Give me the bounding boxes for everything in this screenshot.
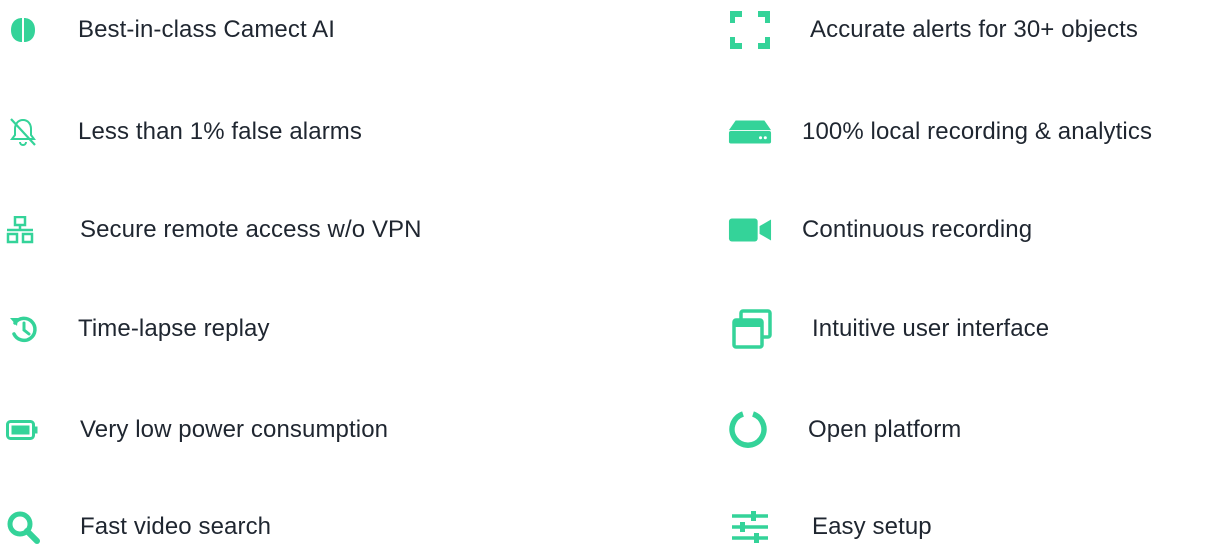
circle-notch-icon bbox=[724, 408, 772, 452]
feature-item: Open platform bbox=[724, 408, 961, 452]
feature-item: 100% local recording & analytics bbox=[724, 110, 1152, 154]
feature-label: Best-in-class Camect AI bbox=[78, 16, 336, 43]
feature-item: Less than 1% false alarms bbox=[0, 110, 362, 154]
sliders-icon bbox=[724, 505, 776, 549]
feature-item: Best-in-class Camect AI bbox=[0, 8, 335, 52]
search-icon bbox=[0, 505, 50, 549]
feature-item: Easy setup bbox=[724, 505, 932, 549]
feature-label: 100% local recording & analytics bbox=[802, 118, 1153, 145]
feature-label: Continuous recording bbox=[802, 216, 1033, 243]
scan-frame-icon bbox=[724, 8, 774, 52]
battery-icon bbox=[0, 408, 50, 452]
feature-item: Fast video search bbox=[0, 505, 271, 549]
feature-label: Secure remote access w/o VPN bbox=[80, 216, 422, 243]
feature-label: Intuitive user interface bbox=[812, 315, 1050, 342]
video-camera-icon bbox=[724, 208, 772, 252]
feature-label: Less than 1% false alarms bbox=[78, 118, 362, 145]
feature-label: Fast video search bbox=[80, 513, 272, 540]
feature-label: Accurate alerts for 30+ objects bbox=[810, 16, 1138, 43]
brain-icon bbox=[0, 8, 52, 52]
feature-item: Secure remote access w/o VPN bbox=[0, 208, 422, 252]
network-icon bbox=[0, 208, 50, 252]
feature-item: Continuous recording bbox=[724, 208, 1032, 252]
feature-item: Very low power consumption bbox=[0, 408, 388, 452]
feature-label: Open platform bbox=[808, 416, 962, 443]
feature-label: Easy setup bbox=[812, 513, 932, 540]
feature-item: Accurate alerts for 30+ objects bbox=[724, 8, 1138, 52]
feature-label: Very low power consumption bbox=[80, 416, 389, 443]
feature-item: Time-lapse replay bbox=[0, 307, 270, 351]
feature-label: Time-lapse replay bbox=[78, 315, 270, 342]
history-icon bbox=[0, 307, 52, 351]
bell-slash-icon bbox=[0, 110, 52, 154]
windows-icon bbox=[724, 307, 776, 351]
feature-item: Intuitive user interface bbox=[724, 307, 1049, 351]
hard-drive-icon bbox=[724, 110, 772, 154]
